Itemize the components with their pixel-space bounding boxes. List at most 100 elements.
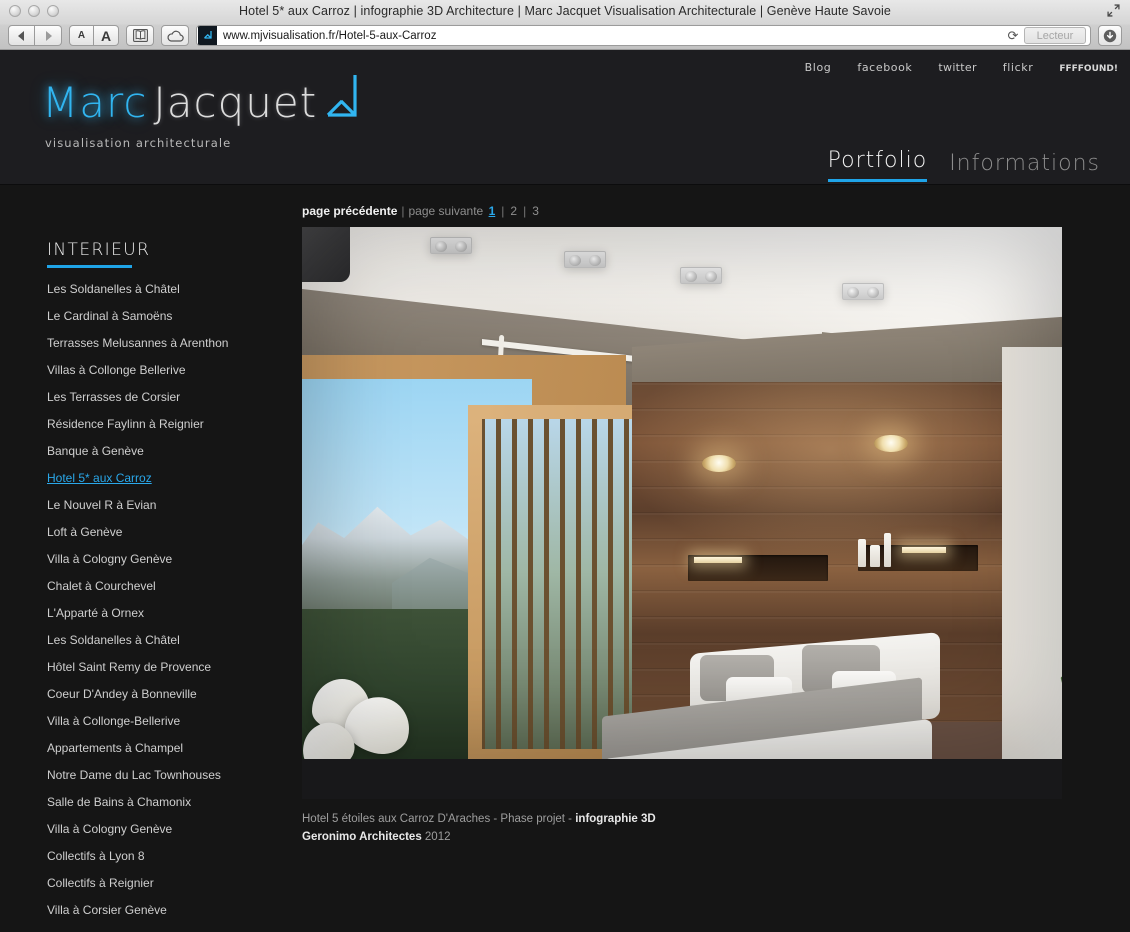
niche-strip-light-left [694,557,742,563]
decrease-text-size-button[interactable]: A [69,25,94,46]
list-item: Hotel 5* aux Carroz [47,469,282,487]
caption-line-2-bold: Geronimo Architectes [302,830,422,843]
site-favicon [198,26,217,45]
sidebar-item-7-current[interactable]: Hotel 5* aux Carroz [47,471,152,485]
list-item: Villa à Collonge-Bellerive [47,712,282,730]
page-number-2[interactable]: 2 [510,204,517,218]
icloud-tabs-button[interactable] [161,25,189,46]
wall-sconce-left [702,455,736,472]
social-link-facebook[interactable]: facebook [857,61,912,74]
caption-line-2: Geronimo Architectes 2012 [302,829,1062,847]
list-item: Villas à Collonge Bellerive [47,361,282,379]
window-title: Hotel 5* aux Carroz | infographie 3D Arc… [239,4,891,18]
list-item: Villa à Cologny Genève [47,820,282,838]
sidebar-item-1[interactable]: Le Cardinal à Samoëns [47,309,172,323]
sidebar-item-18[interactable]: Notre Dame du Lac Townhouses [47,768,221,782]
sidebar-item-21[interactable]: Collectifs à Lyon 8 [47,849,145,863]
sidebar-item-10[interactable]: Villa à Cologny Genève [47,552,172,566]
window-controls[interactable] [9,5,59,17]
social-link-twitter[interactable]: twitter [938,61,976,74]
forward-button[interactable] [35,25,62,46]
caption-line-1-plain: Hotel 5 étoiles aux Carroz D'Araches - P… [302,813,576,825]
social-link-flickr[interactable]: flickr [1003,61,1034,74]
page-number-1[interactable]: 1 [489,204,496,218]
social-link-blog[interactable]: Blog [805,61,832,74]
sidebar-item-16[interactable]: Villa à Collonge-Bellerive [47,714,180,728]
sidebar-item-9[interactable]: Loft à Genève [47,525,122,539]
caption-line-1: Hotel 5 étoiles aux Carroz D'Araches - P… [302,811,1062,829]
social-link-ffffound[interactable]: FFFFOUND! [1059,64,1118,74]
portfolio-image[interactable] [302,227,1062,759]
nav-item-informations[interactable]: Informations [949,153,1100,182]
sidebar-project-list: Les Soldanelles à Châtel Le Cardinal à S… [47,280,282,932]
close-window-button[interactable] [9,5,21,17]
decor-vase-1 [858,539,866,567]
logo-tagline: visualisation architecturale [45,136,232,150]
reload-button[interactable]: ⟳ [1002,28,1024,44]
site-header: Blog facebook twitter flickr FFFFOUND! M… [0,50,1130,185]
sidebar: INTERIEUR Les Soldanelles à Châtel Le Ca… [47,240,282,932]
list-item: Loft à Genève [47,523,282,541]
logo-wordmark: Marc Jacquet [42,75,366,130]
minimize-window-button[interactable] [28,5,40,17]
sidebar-item-2[interactable]: Terrasses Melusannes à Arenthon [47,336,228,350]
page-number-3[interactable]: 3 [532,204,539,218]
list-item: Salle de Bains à Chamonix [47,793,282,811]
list-item: Terrasses Melusannes à Arenthon [47,334,282,352]
right-plaster-wall [1002,347,1062,759]
list-item: Notre Dame du Lac Townhouses [47,766,282,784]
address-bar[interactable]: www.mjvisualisation.fr/Hotel-5-aux-Carro… [196,25,1091,46]
list-item: Coeur D'Andey à Bonneville [47,685,282,703]
logo-text-jacquet: Jacquet [153,78,318,127]
sidebar-item-8[interactable]: Le Nouvel R à Evian [47,498,156,512]
zoom-window-button[interactable] [47,5,59,17]
list-item: Collectifs à Reignier [47,874,282,892]
niche-strip-light-right [902,547,946,553]
sidebar-item-23[interactable]: Villa à Corsier Genève [47,903,167,917]
sidebar-item-20[interactable]: Villa à Cologny Genève [47,822,172,836]
sidebar-item-0[interactable]: Les Soldanelles à Châtel [47,282,180,296]
bookmarks-button[interactable] [126,25,154,46]
browser-chrome: Hotel 5* aux Carroz | infographie 3D Arc… [0,0,1130,50]
ceiling-spotlight-2 [564,251,606,268]
caption-line-2-plain: 2012 [421,830,451,843]
sidebar-item-6[interactable]: Banque à Genève [47,444,144,458]
nav-item-portfolio[interactable]: Portfolio [827,150,928,182]
text-size-buttons: A A [69,25,119,46]
sidebar-item-5[interactable]: Résidence Faylinn à Reignier [47,417,204,431]
back-button[interactable] [8,25,35,46]
pager-separator-3: | [523,204,527,218]
previous-page-link[interactable]: page précédente [302,204,397,218]
sidebar-item-17[interactable]: Appartements à Champel [47,741,183,755]
list-item: L'Apparté à Ornex [47,604,282,622]
next-page-link[interactable]: page suivante [409,204,484,218]
url-text[interactable]: www.mjvisualisation.fr/Hotel-5-aux-Carro… [223,30,1002,42]
increase-text-size-button[interactable]: A [94,25,119,46]
decor-vase-3 [884,533,891,567]
sidebar-item-22[interactable]: Collectifs à Reignier [47,876,154,890]
list-item: Le Nouvel R à Evian [47,496,282,514]
list-item: Hôtel Saint Remy de Provence [47,658,282,676]
list-item: Villa à Cologny Genève [47,550,282,568]
list-item: Les Soldanelles à Châtel [47,631,282,649]
sidebar-item-14[interactable]: Hôtel Saint Remy de Provence [47,660,211,674]
sidebar-item-11[interactable]: Chalet à Courchevel [47,579,156,593]
sidebar-item-4[interactable]: Les Terrasses de Corsier [47,390,180,404]
sidebar-item-13[interactable]: Les Soldanelles à Châtel [47,633,180,647]
sidebar-item-15[interactable]: Coeur D'Andey à Bonneville [47,687,197,701]
list-item: Le Cardinal à Samoëns [47,307,282,325]
favicon-arrow-icon [203,30,212,39]
sidebar-item-19[interactable]: Salle de Bains à Chamonix [47,795,191,809]
sidebar-item-12[interactable]: L'Apparté à Ornex [47,606,144,620]
fullscreen-icon[interactable] [1107,4,1120,17]
downloads-button[interactable] [1098,25,1122,46]
list-item: Les Terrasses de Corsier [47,388,282,406]
sidebar-section-interieur[interactable]: INTERIEUR [47,240,282,260]
reader-button[interactable]: Lecteur [1024,27,1086,44]
logo-text-marc: Marc [42,78,148,127]
image-bottom-band [302,759,1062,799]
logo-arrow-icon [322,73,366,130]
download-icon [1103,29,1117,42]
site-logo[interactable]: Marc Jacquet visualisation architectural… [42,75,366,150]
sidebar-item-3[interactable]: Villas à Collonge Bellerive [47,363,186,377]
